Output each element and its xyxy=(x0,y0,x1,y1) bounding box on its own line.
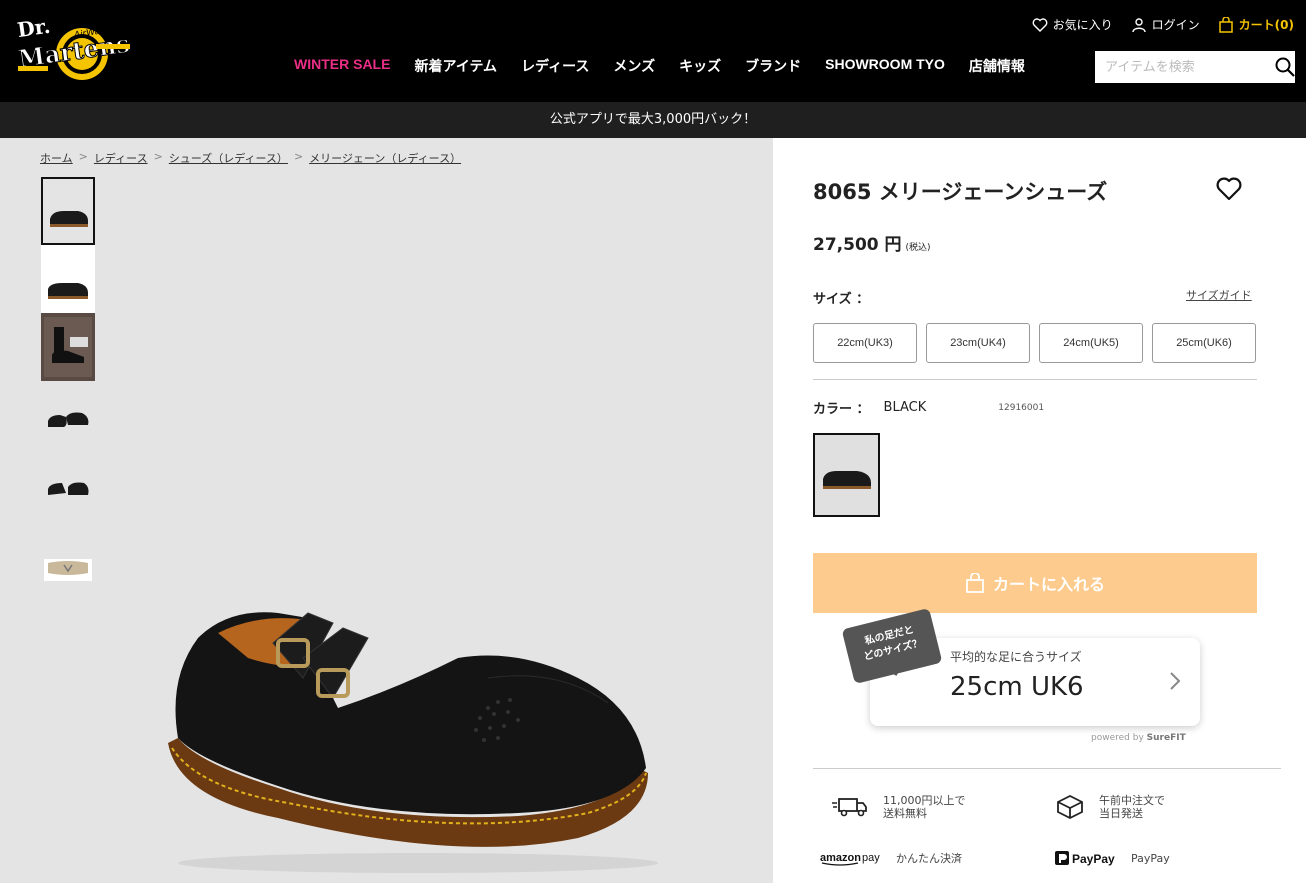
surefit-brand: SureFIT xyxy=(1146,733,1186,743)
add-to-cart-button[interactable]: カートに入れる xyxy=(813,553,1257,613)
shopping-bag-icon xyxy=(966,573,984,593)
size-label: サイズ ： xyxy=(813,292,870,307)
breadcrumb-maryjane[interactable]: メリージェーン（レディース） xyxy=(309,150,461,166)
product-main-image[interactable] xyxy=(158,588,658,878)
feature-paypay: PayPay PayPay xyxy=(1055,850,1170,866)
svg-text:pay: pay xyxy=(862,852,880,864)
nav-item-new-arrivals[interactable]: 新着アイテム xyxy=(402,56,509,76)
size-option-22cm[interactable]: 22cm(UK3) xyxy=(813,323,917,363)
svg-text:Dr.: Dr. xyxy=(16,14,52,42)
product-details: 8065 メリージェーンシューズ 27,500 円 (税込) サイズ ： サイズガ… xyxy=(773,138,1306,883)
promo-banner[interactable]: 公式アプリで最大3,000円バック！ xyxy=(0,102,1306,138)
surefit-powered-by: powered by SureFIT xyxy=(1091,733,1186,743)
surefit-subtitle: 平均的な足に合うサイズ xyxy=(950,650,1082,664)
search-input[interactable] xyxy=(1095,51,1275,83)
paypay-logo: PayPay xyxy=(1055,851,1115,866)
color-row: カラー ： BLACK 12916001 xyxy=(813,398,1044,417)
user-icon xyxy=(1131,17,1146,32)
breadcrumb-home[interactable]: ホーム xyxy=(40,150,73,166)
nav-item-kids[interactable]: キッズ xyxy=(667,56,733,76)
size-option-24cm[interactable]: 24cm(UK5) xyxy=(1039,323,1143,363)
product-gallery: ホーム > レディース > シューズ（レディース） > メリージェーン（レディー… xyxy=(0,138,773,883)
thumbnail-6[interactable] xyxy=(41,517,95,585)
dr-martens-logo[interactable]: Dr. Martens AirWair xyxy=(16,14,132,90)
add-to-cart-label: カートに入れる xyxy=(992,577,1105,594)
surefit-recommended-size: 25cm UK6 xyxy=(950,672,1084,702)
search-button[interactable] xyxy=(1275,51,1295,83)
size-guide-link[interactable]: サイズガイド xyxy=(1186,287,1252,303)
nav-item-mens[interactable]: メンズ xyxy=(601,56,667,76)
add-to-favorites-button[interactable] xyxy=(1215,176,1243,202)
feature-amazon-pay: amazon pay かんたん決済 xyxy=(820,850,962,866)
login-link[interactable]: ログイン xyxy=(1131,16,1200,33)
tax-note: (税込) xyxy=(905,243,931,253)
product-price: 27,500 円 (税込) xyxy=(813,230,931,255)
size-option-25cm[interactable]: 25cm(UK6) xyxy=(1152,323,1256,363)
nav-item-showroom[interactable]: SHOWROOM TYO xyxy=(813,56,957,76)
shopping-bag-icon xyxy=(1218,16,1233,33)
search-box xyxy=(1095,51,1295,83)
login-label: ログイン xyxy=(1151,18,1200,32)
thumbnail-4[interactable] xyxy=(41,381,95,449)
nav-item-ladies[interactable]: レディース xyxy=(509,56,601,76)
feature-amazon-pay-text: かんたん決済 xyxy=(896,851,962,865)
utility-nav: お気に入り ログイン カート(0) xyxy=(1032,16,1294,33)
breadcrumb-shoes[interactable]: シューズ（レディース） xyxy=(169,150,288,166)
nav-item-brand[interactable]: ブランド xyxy=(733,56,813,76)
cart-link[interactable]: カート(0) xyxy=(1218,16,1294,33)
size-options: 22cm(UK3) 23cm(UK4) 24cm(UK5) 25cm(UK6) xyxy=(813,323,1256,363)
feature-paypay-text: PayPay xyxy=(1131,851,1170,865)
feature-same-day: 午前中注文で 当日発送 xyxy=(1055,792,1165,822)
price-value: 27,500 円 xyxy=(813,235,902,255)
breadcrumb-separator: > xyxy=(293,150,304,163)
cart-label: カート(0) xyxy=(1238,18,1294,32)
divider xyxy=(813,768,1281,769)
size-option-23cm[interactable]: 23cm(UK4) xyxy=(926,323,1030,363)
thumbnail-3[interactable] xyxy=(41,313,95,381)
surefit-bubble-text: 私の足だと どのサイズ？ xyxy=(862,624,924,663)
search-icon xyxy=(1275,57,1295,77)
svg-text:amazon: amazon xyxy=(820,852,861,864)
nav-item-stores[interactable]: 店舗情報 xyxy=(957,56,1037,76)
favorites-link[interactable]: お気に入り xyxy=(1032,16,1113,33)
thumbnail-2[interactable] xyxy=(41,245,95,313)
thumbnail-1[interactable] xyxy=(41,177,95,245)
breadcrumb-separator: > xyxy=(78,150,88,163)
feature-free-shipping-text: 11,000円以上で 送料無料 xyxy=(883,794,966,820)
divider xyxy=(813,379,1257,380)
thumbnail-list xyxy=(41,177,95,585)
chevron-right-icon xyxy=(1170,672,1181,690)
heart-icon xyxy=(1216,177,1242,201)
product-code: 12916001 xyxy=(998,402,1045,413)
color-swatch-black[interactable] xyxy=(813,433,880,517)
nav-item-winter-sale[interactable]: WINTER SALE xyxy=(282,56,402,76)
box-icon xyxy=(1057,794,1083,820)
svg-text:PayPay: PayPay xyxy=(1072,852,1115,866)
breadcrumb: ホーム > レディース > シューズ（レディース） > メリージェーン（レディー… xyxy=(40,150,461,166)
color-label: カラー ： xyxy=(813,402,870,417)
color-value: BLACK xyxy=(883,400,927,415)
favorites-label: お気に入り xyxy=(1052,18,1113,32)
breadcrumb-separator: > xyxy=(153,150,163,163)
feature-free-shipping: 11,000円以上で 送料無料 xyxy=(831,794,966,820)
thumbnail-5[interactable] xyxy=(41,449,95,517)
feature-same-day-text: 午前中注文で 当日発送 xyxy=(1099,794,1165,820)
site-header: Dr. Martens AirWair お気に入り ログイン カート(0) WI… xyxy=(0,0,1306,102)
powered-by-label: powered by xyxy=(1091,733,1144,743)
amazon-pay-logo: amazon pay xyxy=(820,852,880,866)
breadcrumb-ladies[interactable]: レディース xyxy=(94,150,148,166)
product-title: 8065 メリージェーンシューズ xyxy=(813,180,1108,204)
truck-icon xyxy=(832,798,867,817)
heart-icon xyxy=(1032,17,1048,32)
main-nav: WINTER SALE 新着アイテム レディース メンズ キッズ ブランド SH… xyxy=(282,56,1037,76)
